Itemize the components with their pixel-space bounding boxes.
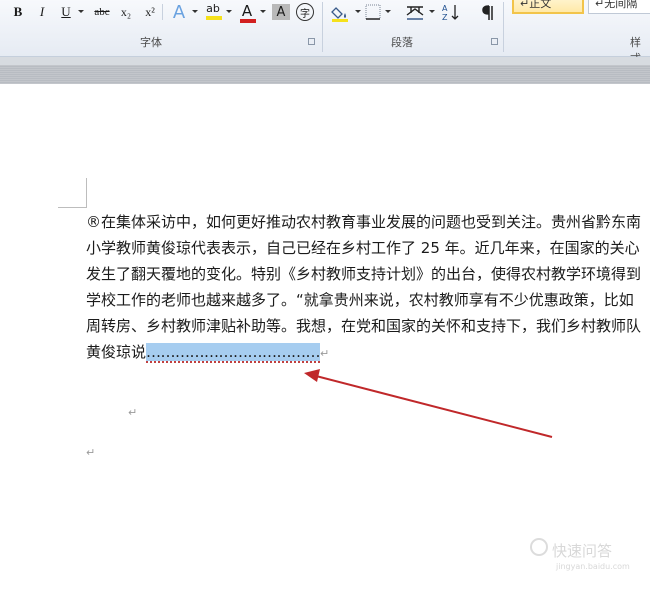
arrow-head	[304, 369, 320, 382]
arrow-shaft	[315, 375, 553, 438]
annotation-arrow	[304, 369, 553, 438]
watermark-logo-icon	[530, 538, 548, 556]
watermark-text: 快速问答	[552, 542, 613, 560]
watermark-url: jingyan.baidu.com	[556, 562, 630, 571]
